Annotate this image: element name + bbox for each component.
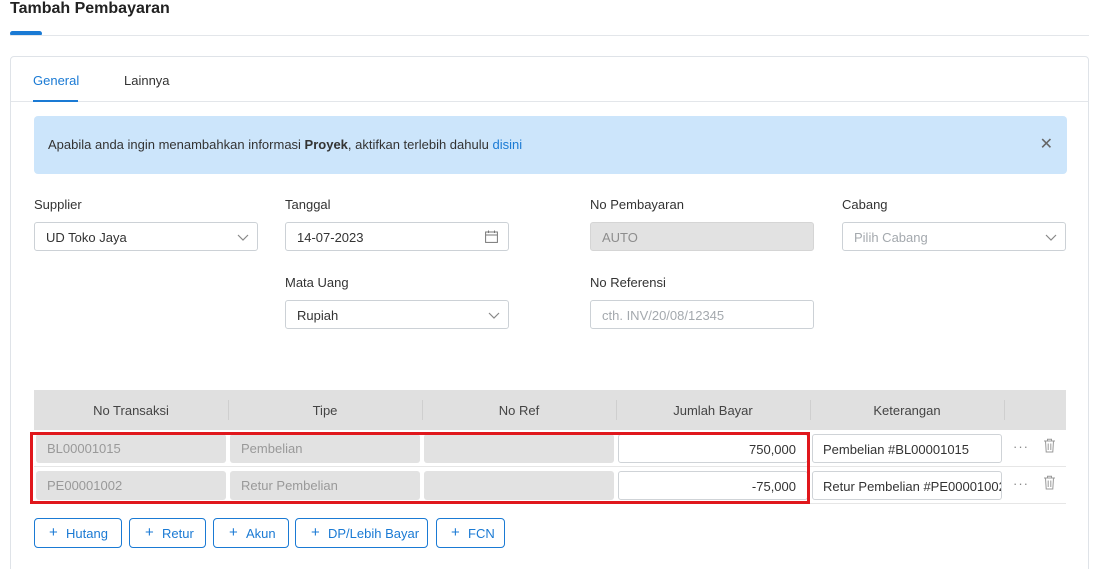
plus-icon: + — [229, 524, 238, 541]
add-hutang-button[interactable]: + Hutang — [34, 518, 122, 548]
add-dp-lebih-bayar-button[interactable]: + DP/Lebih Bayar — [295, 518, 428, 548]
title-divider — [10, 35, 1089, 36]
supplier-select[interactable]: UD Toko Jaya — [34, 222, 258, 251]
more-options-icon[interactable]: ··· — [1013, 439, 1029, 454]
tab-bar: General Lainnya — [11, 57, 1088, 102]
active-tab-indicator — [33, 100, 78, 102]
cabang-select[interactable]: Pilih Cabang — [842, 222, 1066, 251]
tanggal-value: 14-07-2023 — [297, 230, 364, 245]
mata-uang-select[interactable]: Rupiah — [285, 300, 509, 329]
header-no-ref: No Ref — [498, 403, 540, 418]
cabang-placeholder: Pilih Cabang — [854, 230, 928, 245]
add-retur-label: Retur — [162, 526, 194, 541]
no-pembayaran-label: No Pembayaran — [590, 197, 684, 212]
highlight-annotation-box — [30, 432, 810, 504]
table-header: No Transaksi Tipe No Ref Jumlah Bayar Ke… — [34, 390, 1066, 430]
plus-icon: + — [451, 524, 460, 541]
cabang-label: Cabang — [842, 197, 888, 212]
keterangan-value: Retur Pembelian #PE00001002 — [823, 479, 1002, 494]
keterangan-input[interactable]: Retur Pembelian #PE00001002 — [812, 471, 1002, 500]
no-pembayaran-field: AUTO — [590, 222, 814, 251]
alert-bold-proyek: Proyek — [304, 137, 348, 152]
tanggal-label: Tanggal — [285, 197, 331, 212]
tab-lainnya[interactable]: Lainnya — [124, 73, 170, 88]
supplier-label: Supplier — [34, 197, 82, 212]
header-no-transaksi: No Transaksi — [93, 403, 169, 418]
mata-uang-value: Rupiah — [297, 308, 339, 323]
header-keterangan: Keterangan — [873, 403, 941, 418]
add-akun-button[interactable]: + Akun — [213, 518, 289, 548]
supplier-value: UD Toko Jaya — [46, 230, 127, 245]
keterangan-value: Pembelian #BL00001015 — [823, 442, 970, 457]
mata-uang-label: Mata Uang — [285, 275, 349, 290]
alert-text-end: , aktifkan terlebih dahulu — [347, 137, 493, 152]
no-referensi-label: No Referensi — [590, 275, 666, 290]
more-options-icon[interactable]: ··· — [1013, 476, 1029, 491]
close-icon[interactable]: ✕ — [1040, 134, 1053, 154]
calendar-icon[interactable] — [485, 230, 498, 243]
no-referensi-placeholder: cth. INV/20/08/12345 — [602, 308, 725, 323]
trash-icon[interactable] — [1043, 475, 1056, 490]
add-akun-label: Akun — [246, 526, 276, 541]
chevron-down-icon — [1045, 234, 1057, 241]
alert-text-start: Apabila anda ingin menambahkan informasi — [48, 137, 305, 152]
header-tipe: Tipe — [312, 403, 338, 418]
keterangan-input[interactable]: Pembelian #BL00001015 — [812, 434, 1002, 463]
header-separator — [1004, 400, 1005, 420]
plus-icon: + — [145, 524, 154, 541]
info-alert: Apabila anda ingin menambahkan informasi… — [34, 116, 1067, 174]
plus-icon: + — [49, 524, 58, 541]
add-dp-lebih-bayar-label: DP/Lebih Bayar — [328, 526, 420, 541]
plus-icon: + — [311, 524, 320, 541]
no-pembayaran-value: AUTO — [602, 230, 638, 245]
header-jumlah-bayar: Jumlah Bayar — [673, 403, 753, 418]
no-referensi-input[interactable]: cth. INV/20/08/12345 — [590, 300, 814, 329]
alert-message: Apabila anda ingin menambahkan informasi… — [48, 137, 522, 152]
chevron-down-icon — [237, 234, 249, 241]
tab-general[interactable]: General — [33, 73, 79, 88]
tanggal-date-input[interactable]: 14-07-2023 — [285, 222, 509, 251]
add-fcn-label: FCN — [468, 526, 495, 541]
page-title: Tambah Pembayaran — [10, 0, 170, 17]
trash-icon[interactable] — [1043, 438, 1056, 453]
add-hutang-label: Hutang — [66, 526, 108, 541]
alert-link-disini[interactable]: disini — [492, 137, 522, 152]
add-retur-button[interactable]: + Retur — [129, 518, 206, 548]
chevron-down-icon — [488, 312, 500, 319]
add-fcn-button[interactable]: + FCN — [436, 518, 505, 548]
